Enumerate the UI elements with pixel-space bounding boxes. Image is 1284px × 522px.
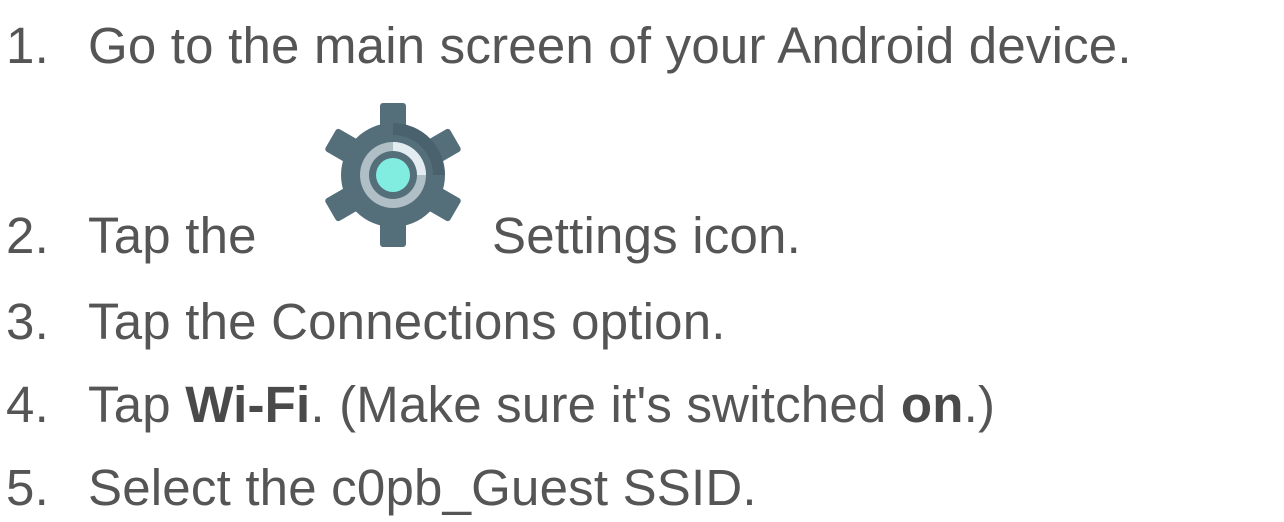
step-4-on-bold: on: [900, 376, 964, 433]
step-4-text-pre: Tap: [88, 376, 186, 433]
step-4-number: 4.: [6, 376, 49, 433]
step-2-text-before: Tap the: [88, 207, 257, 264]
step-3-text: Tap the Connections option.: [88, 293, 726, 350]
step-5-text: Select the c0pb_Guest SSID.: [88, 459, 757, 516]
step-4-text-mid: . (Make sure it's switched: [310, 376, 901, 433]
step-2-number: 2.: [6, 207, 49, 264]
step-3: 3. Tap the Connections option.: [6, 292, 726, 352]
step-1: 1. Go to the main screen of your Android …: [6, 16, 1132, 76]
step-4-wifi-bold: Wi-Fi: [185, 376, 311, 433]
settings-gear-icon: [325, 103, 461, 247]
step-2-lead: 2. Tap the: [6, 206, 257, 266]
step-1-text: Go to the main screen of your Android de…: [88, 17, 1132, 74]
step-4: 4. Tap Wi-Fi. (Make sure it's switched on…: [6, 375, 995, 435]
step-3-number: 3.: [6, 293, 49, 350]
step-5: 5. Select the c0pb_Guest SSID.: [6, 458, 757, 518]
step-2-text-after: Settings icon.: [492, 207, 801, 264]
step-4-text-post: .): [963, 376, 996, 433]
step-5-number: 5.: [6, 459, 49, 516]
step-1-number: 1.: [6, 17, 49, 74]
